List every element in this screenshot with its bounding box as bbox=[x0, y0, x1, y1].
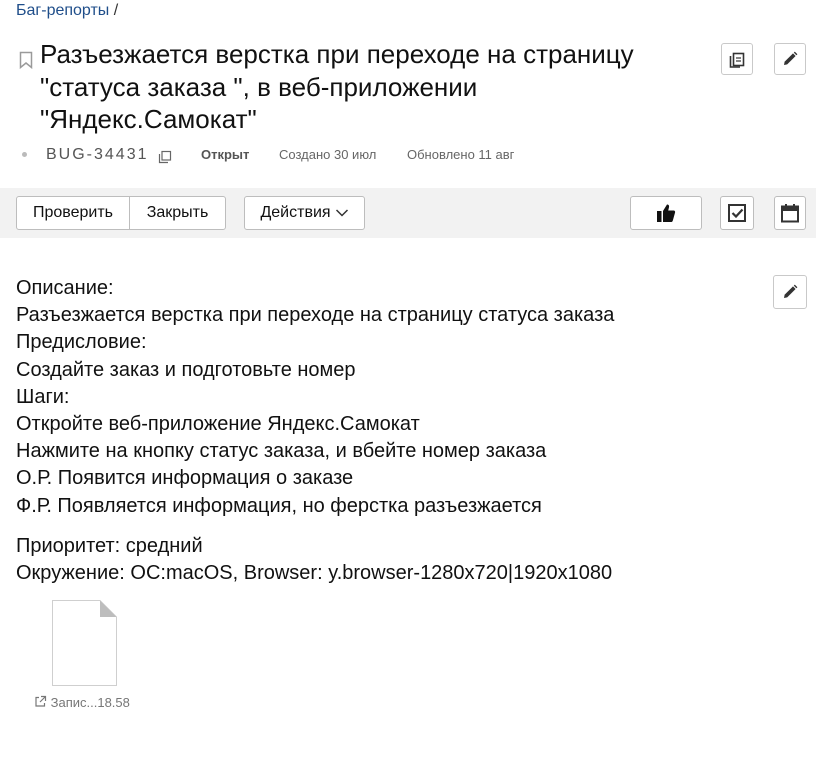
description-line: Разъезжается верстка при переходе на стр… bbox=[16, 304, 615, 327]
check-button[interactable]: Проверить bbox=[16, 196, 130, 230]
description-line: О.Р. Появится информация о заказе bbox=[16, 467, 354, 490]
description-line: Ф.Р. Появляется информация, но ферстка р… bbox=[16, 494, 542, 517]
attachment-name: Запис...18.58 bbox=[50, 695, 130, 710]
created-date: Создано 30 июл bbox=[279, 147, 377, 162]
issue-key: BUG-34431 bbox=[46, 146, 149, 163]
calendar-button[interactable] bbox=[774, 196, 806, 230]
description-line: Создайте заказ и подготовьте номер bbox=[16, 358, 356, 381]
edit-description-button[interactable] bbox=[773, 275, 807, 309]
external-link-icon bbox=[35, 695, 47, 707]
checkbox-icon bbox=[728, 204, 746, 222]
status-dot bbox=[22, 152, 27, 157]
edit-title-button[interactable] bbox=[774, 43, 806, 75]
like-button[interactable] bbox=[630, 196, 702, 230]
actions-dropdown[interactable]: Действия bbox=[244, 196, 365, 230]
breadcrumb-link-bug-reports[interactable]: Баг-репорты bbox=[16, 2, 109, 19]
environment-line: Окружение: ОС:macOS, Browser: y.browser-… bbox=[16, 562, 613, 585]
copy-link-button[interactable] bbox=[721, 43, 753, 75]
chevron-down-icon bbox=[335, 209, 348, 217]
attachment-caption[interactable]: Запис...18.58 bbox=[34, 695, 130, 710]
description-line: Шаги: bbox=[16, 385, 70, 408]
updated-date: Обновлено 11 авг bbox=[407, 147, 515, 162]
description-line: Описание: bbox=[16, 277, 114, 299]
description-line: Предисловие: bbox=[16, 331, 147, 354]
thumbs-up-icon bbox=[657, 204, 676, 222]
pencil-icon bbox=[784, 284, 798, 298]
bookmark-icon[interactable] bbox=[18, 51, 34, 69]
checklist-button[interactable] bbox=[720, 196, 754, 230]
breadcrumb: Баг-репорты / bbox=[16, 2, 118, 20]
actions-label: Действия bbox=[260, 204, 331, 221]
breadcrumb-separator: / bbox=[113, 2, 119, 19]
issue-meta: BUG-34431 Открыт Создано 30 июл Обновлен… bbox=[0, 144, 816, 168]
action-toolbar: Проверить Закрыть Действия bbox=[0, 188, 816, 238]
close-button[interactable]: Закрыть bbox=[129, 196, 226, 230]
priority-line: Приоритет: средний bbox=[16, 534, 203, 557]
issue-title: Разъезжается верстка при переходе на стр… bbox=[40, 39, 634, 134]
pencil-icon bbox=[784, 51, 798, 65]
copy-icon bbox=[729, 52, 745, 68]
calendar-icon bbox=[781, 204, 799, 223]
file-icon bbox=[52, 600, 117, 686]
copy-key-icon[interactable] bbox=[158, 150, 172, 164]
description-line: Нажмите на кнопку статус заказа, и вбейт… bbox=[16, 440, 547, 463]
description-line: Откройте веб-приложение Яндекс.Самокат bbox=[16, 413, 420, 436]
attachment[interactable]: Запис...18.58 bbox=[34, 598, 130, 710]
status-badge[interactable]: Открыт bbox=[201, 147, 249, 162]
issue-description: Описание: Разъезжается верстка при перех… bbox=[16, 275, 614, 587]
